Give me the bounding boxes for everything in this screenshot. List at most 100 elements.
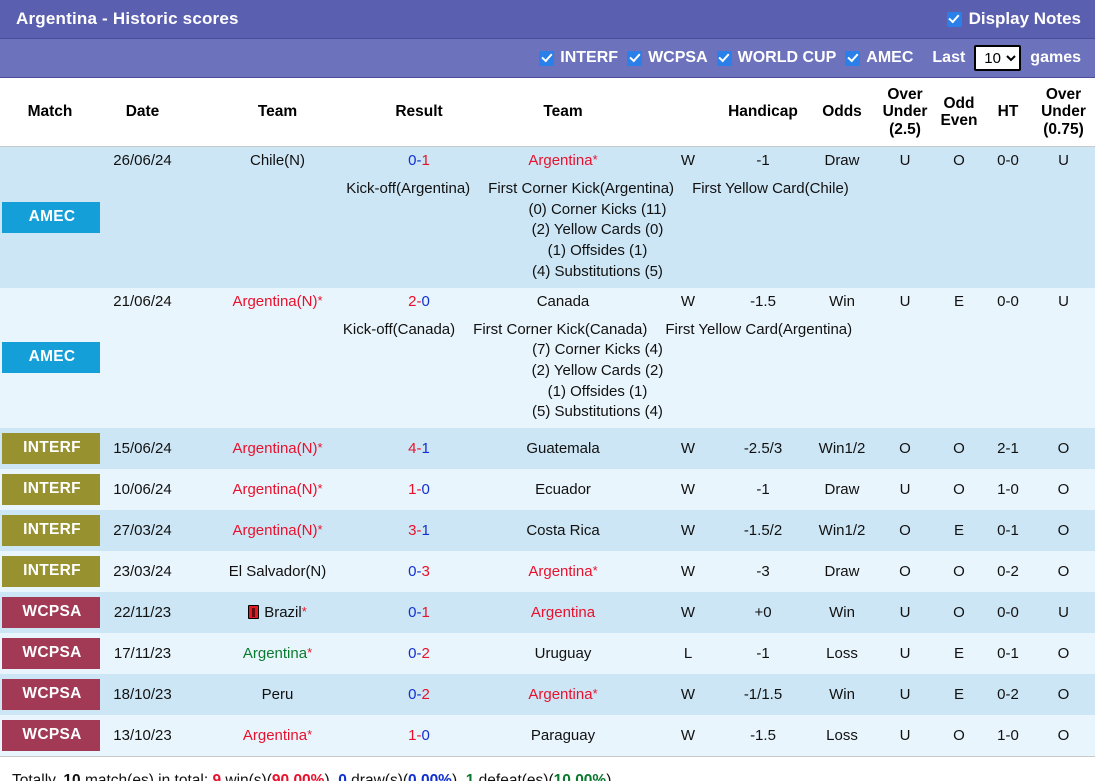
table-row[interactable]: WCPSA 13/10/23 Argentina* 1-0 Paraguay W -1.5 L… xyxy=(0,714,1095,756)
table-row[interactable]: INTERF 15/06/24 Argentina(N)* 4-1 Guatemala W… xyxy=(0,427,1095,469)
filter-amec[interactable]: AMEC xyxy=(845,49,913,67)
league-badge[interactable]: WCPSA xyxy=(2,719,102,751)
team-name[interactable]: El Salvador(N) xyxy=(229,563,327,580)
team-name[interactable]: Paraguay xyxy=(531,727,595,744)
col-odd-even[interactable]: Odd Even xyxy=(934,78,984,148)
col-result[interactable]: Result xyxy=(370,78,468,148)
league-badge[interactable]: AMEC xyxy=(2,342,102,374)
filter-interf[interactable]: INTERF xyxy=(539,49,618,67)
col-over-under-25[interactable]: Over Under (2.5) xyxy=(876,78,934,148)
display-notes-checkbox-icon[interactable] xyxy=(946,11,962,27)
league-badge-cell[interactable]: INTERF xyxy=(0,427,102,469)
team-name[interactable]: Argentina(N)* xyxy=(232,293,322,310)
table-row[interactable]: WCPSA 18/10/23 Peru 0-2 Argentina* W -1/1.5 Win… xyxy=(0,673,1095,715)
team-name[interactable]: Peru xyxy=(262,686,294,703)
col-team-home[interactable]: Team xyxy=(185,78,370,148)
home-team-cell[interactable]: El Salvador(N) xyxy=(185,550,370,592)
games-count-select[interactable]: 510152030 xyxy=(974,45,1022,71)
league-badge[interactable]: INTERF xyxy=(2,432,102,464)
away-team-cell[interactable]: Argentina* xyxy=(468,673,658,715)
home-team-cell[interactable]: Argentina(N)* xyxy=(185,509,370,551)
star-icon: * xyxy=(592,152,598,168)
col-team-away[interactable]: Team xyxy=(468,78,658,148)
team-name[interactable]: Argentina* xyxy=(243,645,312,662)
league-badge-cell[interactable]: INTERF xyxy=(0,468,102,510)
result-score: 2-0 xyxy=(370,287,468,315)
league-badge-cell[interactable]: AMEC xyxy=(0,287,102,428)
league-badge-cell[interactable]: WCPSA xyxy=(0,714,102,756)
home-team-cell[interactable]: Argentina(N)* xyxy=(185,468,370,510)
team-name[interactable]: Argentina(N)* xyxy=(232,522,322,539)
away-team-cell[interactable]: Canada xyxy=(468,287,658,315)
world-cup-checkbox-icon[interactable] xyxy=(716,50,732,66)
team-name[interactable]: Argentina(N)* xyxy=(232,481,322,498)
wcpsa-checkbox-icon[interactable] xyxy=(627,50,643,66)
away-team-cell[interactable]: Guatemala xyxy=(468,427,658,469)
away-team-cell[interactable]: Argentina* xyxy=(468,550,658,592)
team-name[interactable]: Argentina* xyxy=(528,152,597,169)
league-badge-cell[interactable]: WCPSA xyxy=(0,591,102,633)
team-name[interactable]: Guatemala xyxy=(526,440,599,457)
league-badge[interactable]: INTERF xyxy=(2,473,102,505)
col-date[interactable]: Date xyxy=(100,78,185,148)
team-name[interactable]: Canada xyxy=(537,293,590,310)
display-notes-toggle[interactable]: Display Notes xyxy=(946,9,1081,29)
odd-even-value: O xyxy=(934,550,984,592)
home-team-cell[interactable]: Argentina(N)* xyxy=(185,427,370,469)
match-notes-row: Kick-off(Canada) First Corner Kick(Canada… xyxy=(0,314,1095,428)
home-team-cell[interactable]: Chile(N) xyxy=(185,146,370,175)
team-name[interactable]: Costa Rica xyxy=(526,522,599,539)
table-row[interactable]: INTERF 23/03/24 El Salvador(N) 0-3 Argentina… xyxy=(0,550,1095,592)
away-team-cell[interactable]: Uruguay xyxy=(468,632,658,674)
away-team-cell[interactable]: Costa Rica xyxy=(468,509,658,551)
col-over-under-075[interactable]: Over Under (0.75) xyxy=(1032,78,1095,148)
table-row[interactable]: WCPSA 17/11/23 Argentina* 0-2 Uruguay L -1 Loss… xyxy=(0,632,1095,674)
home-team-cell[interactable]: Peru xyxy=(185,673,370,715)
league-badge-cell[interactable]: INTERF xyxy=(0,550,102,592)
league-badge[interactable]: WCPSA xyxy=(2,637,102,669)
home-team-cell[interactable]: Brazil* xyxy=(185,591,370,633)
league-badge[interactable]: WCPSA xyxy=(2,678,102,710)
league-badge-cell[interactable]: INTERF xyxy=(0,509,102,551)
table-row[interactable]: AMEC 21/06/24 Argentina(N)* 2-0 Canada W -1.5 W… xyxy=(0,287,1095,428)
team-name[interactable]: Argentina(N)* xyxy=(232,440,322,457)
away-team-cell[interactable]: Ecuador xyxy=(468,468,658,510)
league-badge-cell[interactable]: WCPSA xyxy=(0,673,102,715)
note-kickoff: Kick-off(Argentina) xyxy=(346,180,471,198)
table-row[interactable]: INTERF 27/03/24 Argentina(N)* 3-1 Costa Rica… xyxy=(0,509,1095,551)
league-badge-cell[interactable]: WCPSA xyxy=(0,632,102,674)
team-name[interactable]: Brazil* xyxy=(248,604,307,621)
col-match[interactable]: Match xyxy=(0,78,100,148)
col-odds[interactable]: Odds xyxy=(808,78,876,148)
league-badge[interactable]: AMEC xyxy=(2,201,102,233)
league-badge-cell[interactable]: AMEC xyxy=(0,146,102,288)
team-name[interactable]: Chile(N) xyxy=(250,152,305,169)
team-name[interactable]: Uruguay xyxy=(535,645,592,662)
team-name[interactable]: Argentina* xyxy=(528,686,597,703)
away-team-cell[interactable]: Paraguay xyxy=(468,714,658,756)
league-badge[interactable]: INTERF xyxy=(2,555,102,587)
home-team-cell[interactable]: Argentina(N)* xyxy=(185,287,370,315)
filter-wcpsa[interactable]: WCPSA xyxy=(627,49,708,67)
result-score: 0-2 xyxy=(370,632,468,674)
over-under-25-value: O xyxy=(876,509,934,551)
table-row[interactable]: INTERF 10/06/24 Argentina(N)* 1-0 Ecuador W -1… xyxy=(0,468,1095,510)
team-name[interactable]: Argentina* xyxy=(528,563,597,580)
team-name[interactable]: Argentina* xyxy=(243,727,312,744)
home-team-cell[interactable]: Argentina* xyxy=(185,632,370,674)
away-team-cell[interactable]: Argentina* xyxy=(468,146,658,175)
table-row[interactable]: WCPSA 22/11/23 Brazil* 0-1 Argentina W +0 Win U O… xyxy=(0,591,1095,633)
ou25-line3: (2.5) xyxy=(889,120,921,138)
league-badge[interactable]: WCPSA xyxy=(2,596,102,628)
table-row[interactable]: AMEC 26/06/24 Chile(N) 0-1 Argentina* W -1 Draw… xyxy=(0,146,1095,288)
team-name[interactable]: Argentina xyxy=(531,604,595,621)
away-team-cell[interactable]: Argentina xyxy=(468,591,658,633)
amec-checkbox-icon[interactable] xyxy=(845,50,861,66)
team-name[interactable]: Ecuador xyxy=(535,481,591,498)
col-handicap[interactable]: Handicap xyxy=(718,78,808,148)
league-badge[interactable]: INTERF xyxy=(2,514,102,546)
col-ht[interactable]: HT xyxy=(984,78,1032,148)
interf-checkbox-icon[interactable] xyxy=(539,50,555,66)
filter-world-cup[interactable]: WORLD CUP xyxy=(716,49,836,67)
home-team-cell[interactable]: Argentina* xyxy=(185,714,370,756)
